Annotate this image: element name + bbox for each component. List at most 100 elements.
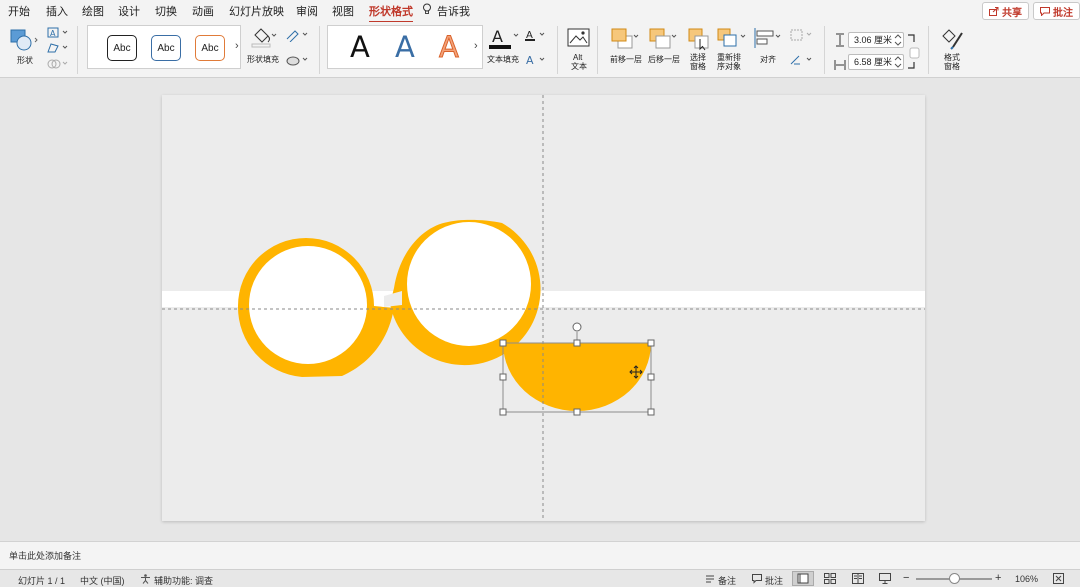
tab-draw[interactable]: 绘图 bbox=[82, 3, 104, 19]
language-indicator[interactable]: 中文 (中国) bbox=[80, 574, 125, 587]
shape-height-value: 3.06 厘米 bbox=[854, 35, 893, 45]
normal-view-icon bbox=[797, 573, 809, 584]
format-pane-button[interactable] bbox=[940, 27, 966, 56]
tab-insert[interactable]: 插入 bbox=[46, 3, 68, 19]
ribbon: 形状 A Abc Abc Abc › 形状填充 A A A › A 文本填充 A… bbox=[0, 22, 1080, 78]
alt-text-button[interactable] bbox=[567, 28, 591, 55]
normal-view-button[interactable] bbox=[792, 571, 814, 586]
tab-transitions[interactable]: 切换 bbox=[155, 3, 177, 19]
notes-toggle-button[interactable]: 备注 bbox=[718, 574, 736, 587]
shape-width-value: 6.58 厘米 bbox=[854, 57, 893, 67]
notes-placeholder[interactable]: 单击此处添加备注 bbox=[9, 549, 81, 562]
text-fill-button[interactable]: A bbox=[487, 26, 523, 57]
group-objects-icon[interactable] bbox=[789, 28, 815, 47]
tab-slideshow[interactable]: 幻灯片放映 bbox=[229, 3, 284, 19]
reorder-objects-button[interactable] bbox=[716, 27, 748, 56]
text-outline-icon[interactable]: A bbox=[524, 28, 550, 47]
zoom-in-icon[interactable]: + bbox=[995, 572, 1001, 584]
wordart-style-orange[interactable]: A bbox=[439, 30, 460, 65]
tab-review[interactable]: 审阅 bbox=[296, 3, 318, 19]
fit-to-window-icon[interactable] bbox=[1053, 573, 1064, 586]
align-icon bbox=[754, 28, 781, 48]
zoom-out-icon[interactable]: − bbox=[903, 572, 909, 584]
resize-handle-sw[interactable] bbox=[499, 408, 507, 416]
shape-fill-label: 形状填充 bbox=[247, 55, 279, 64]
resize-handle-w[interactable] bbox=[499, 373, 507, 381]
shape-effects-icon[interactable] bbox=[285, 53, 311, 72]
shape-style-2[interactable]: Abc bbox=[151, 35, 181, 61]
tab-design[interactable]: 设计 bbox=[118, 3, 140, 19]
wordart-more-chevron-icon[interactable]: › bbox=[474, 40, 478, 52]
gallery-more-chevron-icon[interactable]: › bbox=[235, 40, 239, 52]
accessibility-status[interactable]: 辅助功能: 调查 bbox=[154, 574, 213, 587]
reorder-objects-label-2: 序对象 bbox=[717, 62, 741, 71]
resize-handle-nw[interactable] bbox=[499, 339, 507, 347]
comments-toggle-button[interactable]: 批注 bbox=[765, 574, 783, 587]
selection-pane-label: 选择 bbox=[690, 53, 706, 62]
text-fill-icon: A bbox=[489, 27, 519, 49]
text-effects-icon[interactable]: A bbox=[524, 53, 550, 72]
wordart-style-black[interactable]: A bbox=[350, 30, 370, 64]
right-lens-shape[interactable] bbox=[407, 222, 531, 346]
zoom-level[interactable]: 106% bbox=[1015, 574, 1038, 584]
merge-shapes-icon[interactable] bbox=[46, 57, 70, 76]
slide-sorter-view-icon[interactable] bbox=[824, 573, 836, 586]
shapes-icon bbox=[10, 29, 38, 51]
zoom-slider-thumb[interactable] bbox=[949, 573, 960, 584]
shape-style-1[interactable]: Abc bbox=[107, 35, 137, 61]
resize-handle-e[interactable] bbox=[647, 373, 655, 381]
reorder-objects-icon bbox=[717, 28, 746, 47]
alt-text-label: Alt bbox=[573, 53, 583, 62]
tab-home[interactable]: 开始 bbox=[8, 3, 30, 19]
half-circle-shape[interactable] bbox=[503, 343, 651, 411]
tab-tell-me[interactable]: 告诉我 bbox=[437, 3, 470, 19]
comments-label: 批注 bbox=[1053, 7, 1073, 19]
shape-fill-button[interactable] bbox=[250, 26, 278, 53]
slideshow-view-icon[interactable] bbox=[879, 573, 891, 586]
share-button[interactable]: 共享 bbox=[982, 2, 1029, 20]
share-icon bbox=[989, 6, 999, 16]
slide-editing-area[interactable] bbox=[0, 79, 1080, 541]
rotate-objects-icon[interactable] bbox=[789, 53, 815, 72]
selection-pane-button[interactable] bbox=[687, 27, 711, 56]
bring-forward-button[interactable] bbox=[610, 27, 640, 56]
reading-view-icon[interactable] bbox=[852, 573, 864, 586]
rotation-handle-icon[interactable] bbox=[572, 322, 582, 332]
shape-outline-icon[interactable] bbox=[285, 28, 311, 47]
svg-text:A: A bbox=[526, 54, 534, 67]
height-stepper-icon[interactable] bbox=[893, 32, 903, 53]
comments-toggle-icon[interactable] bbox=[752, 574, 762, 586]
resize-handle-s[interactable] bbox=[573, 408, 581, 416]
resize-handle-ne[interactable] bbox=[647, 339, 655, 347]
bring-forward-icon bbox=[611, 28, 639, 49]
shape-insert-button[interactable] bbox=[9, 28, 39, 57]
lock-aspect-ratio-icon[interactable] bbox=[905, 32, 921, 77]
comments-button[interactable]: 批注 bbox=[1033, 2, 1080, 20]
accessibility-icon bbox=[140, 574, 151, 586]
tab-view[interactable]: 视图 bbox=[332, 3, 354, 19]
comment-icon bbox=[1040, 6, 1050, 16]
selection-pane-icon bbox=[688, 28, 709, 51]
send-backward-button[interactable] bbox=[648, 27, 678, 56]
tab-animations[interactable]: 动画 bbox=[192, 3, 214, 19]
wordart-style-blue[interactable]: A bbox=[395, 30, 415, 64]
ribbon-separator bbox=[597, 26, 598, 74]
tab-shape-format[interactable]: 形状格式 bbox=[369, 3, 413, 23]
ribbon-separator bbox=[77, 26, 78, 74]
left-lens-shape[interactable] bbox=[249, 246, 367, 364]
slide-canvas[interactable] bbox=[162, 95, 925, 521]
ribbon-separator bbox=[824, 26, 825, 74]
shape-style-3[interactable]: Abc bbox=[195, 35, 225, 61]
format-pane-label: 格式 bbox=[944, 53, 960, 62]
resize-handle-se[interactable] bbox=[647, 408, 655, 416]
width-stepper-icon[interactable] bbox=[893, 54, 903, 75]
align-button[interactable] bbox=[752, 27, 782, 54]
text-fill-label: 文本填充 bbox=[487, 55, 519, 64]
svg-text:A: A bbox=[492, 27, 503, 46]
svg-text:A: A bbox=[50, 29, 56, 38]
notes-pane[interactable]: 单击此处添加备注 bbox=[0, 541, 1080, 569]
resize-handle-n[interactable] bbox=[573, 339, 581, 347]
alt-text-label-2: 文本 bbox=[571, 62, 587, 71]
notes-toggle-icon[interactable] bbox=[705, 574, 715, 586]
ribbon-separator bbox=[557, 26, 558, 74]
